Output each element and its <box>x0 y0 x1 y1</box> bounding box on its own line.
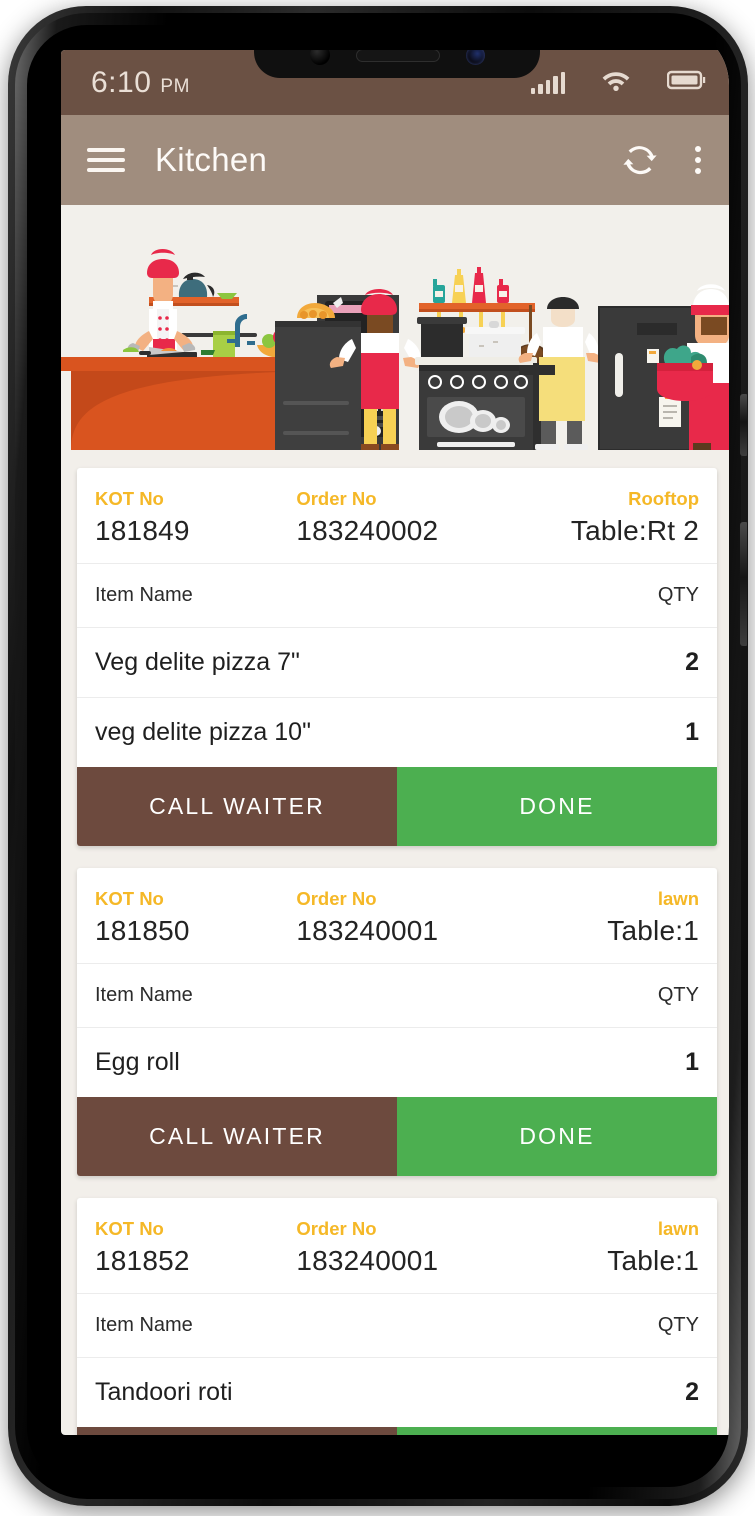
area-label: lawn <box>657 1218 699 1239</box>
clock-time: 6:10 <box>91 65 152 99</box>
app-bar-actions <box>621 141 709 179</box>
phone-screen-bezel: 6:10 PM Kitchen KOT No 181849 Order No 1… <box>27 25 729 1487</box>
wifi-icon <box>601 69 631 97</box>
done-button[interactable]: DONE <box>397 1427 717 1435</box>
item-qty: 1 <box>685 1048 699 1076</box>
table-column: lawn Table:1 <box>528 1218 699 1277</box>
clock-ampm: PM <box>160 75 191 97</box>
table-row: veg delite pizza 10" 1 <box>77 697 717 767</box>
item-qty: 2 <box>685 648 699 676</box>
earpiece-speaker <box>355 50 440 62</box>
table-column: lawn Table:1 <box>528 888 699 947</box>
order-card-header: KOT No 181849 Order No 183240002 Rooftop… <box>77 468 717 563</box>
order-card[interactable]: KOT No 181850 Order No 183240001 lawn Ta… <box>77 868 717 1176</box>
kot-no-value: 181849 <box>95 515 190 546</box>
status-clock: 6:10 PM <box>91 66 190 100</box>
kot-no-label: KOT No <box>95 888 164 909</box>
table-row: Veg delite pizza 7" 2 <box>77 627 717 697</box>
items-table-header: Item Name QTY <box>77 963 717 1027</box>
order-column: Order No 183240002 <box>296 488 528 547</box>
item-qty: 1 <box>685 718 699 746</box>
kot-column: KOT No 181850 <box>95 888 296 947</box>
kot-column: KOT No 181852 <box>95 1218 296 1277</box>
order-card-actions: CALL WAITER DONE <box>77 1097 717 1176</box>
power-button[interactable] <box>740 522 747 646</box>
item-name-header: Item Name <box>95 984 193 1006</box>
front-camera-icon <box>309 50 330 65</box>
order-no-value: 183240001 <box>296 915 439 946</box>
kot-no-value: 181852 <box>95 1245 190 1276</box>
call-waiter-button[interactable]: CALL WAITER <box>77 1097 397 1176</box>
battery-full-icon <box>666 69 707 96</box>
table-value: Table:1 <box>607 1245 699 1276</box>
order-column: Order No 183240001 <box>296 1218 528 1277</box>
item-name: Veg delite pizza 7" <box>95 648 300 676</box>
order-no-label: Order No <box>296 1218 377 1239</box>
table-row: Egg roll 1 <box>77 1027 717 1097</box>
table-column: Rooftop Table:Rt 2 <box>528 488 699 547</box>
volume-button[interactable] <box>740 394 747 456</box>
order-card[interactable]: KOT No 181852 Order No 183240001 lawn Ta… <box>77 1198 717 1435</box>
item-name: veg delite pizza 10" <box>95 718 311 746</box>
items-table-header: Item Name QTY <box>77 563 717 627</box>
call-waiter-button[interactable]: CALL WAITER <box>77 767 397 846</box>
item-name-header: Item Name <box>95 1314 193 1336</box>
order-no-label: Order No <box>296 888 377 909</box>
item-name: Egg roll <box>95 1048 180 1076</box>
area-label: Rooftop <box>628 488 699 509</box>
signal-bars-icon <box>530 71 565 94</box>
call-waiter-button[interactable]: CALL WAITER <box>77 1427 397 1435</box>
page-title: Kitchen <box>155 141 268 178</box>
order-no-label: Order No <box>296 488 377 509</box>
hamburger-menu-icon[interactable] <box>87 142 125 178</box>
proximity-sensor-icon <box>465 50 485 65</box>
item-qty: 2 <box>685 1378 699 1406</box>
table-value: Table:1 <box>607 915 699 946</box>
done-button[interactable]: DONE <box>397 767 717 846</box>
order-card-actions: CALL WAITER DONE <box>77 767 717 846</box>
order-column: Order No 183240001 <box>296 888 528 947</box>
kot-column: KOT No 181849 <box>95 488 296 547</box>
table-value: Table:Rt 2 <box>570 515 699 546</box>
refresh-sync-icon[interactable] <box>621 141 659 179</box>
app-bar: Kitchen <box>61 115 729 205</box>
order-list[interactable]: KOT No 181849 Order No 183240002 Rooftop… <box>61 450 729 1435</box>
kot-no-label: KOT No <box>95 1218 164 1239</box>
order-card-actions: CALL WAITER DONE <box>77 1427 717 1435</box>
app-screen: 6:10 PM Kitchen KOT No 181849 Order No 1… <box>61 50 729 1435</box>
items-table-header: Item Name QTY <box>77 1293 717 1357</box>
item-name: Tandoori roti <box>95 1378 233 1406</box>
more-vertical-icon[interactable] <box>687 144 709 176</box>
order-no-value: 183240002 <box>296 515 439 546</box>
item-name-header: Item Name <box>95 584 193 606</box>
kitchen-illustration <box>61 205 729 450</box>
table-row: Tandoori roti 2 <box>77 1357 717 1427</box>
kot-no-label: KOT No <box>95 488 164 509</box>
qty-header: QTY <box>657 584 699 606</box>
qty-header: QTY <box>657 984 699 1006</box>
order-no-value: 183240001 <box>296 1245 439 1276</box>
kot-no-value: 181850 <box>95 915 190 946</box>
qty-header: QTY <box>657 1314 699 1336</box>
phone-notch <box>254 50 540 78</box>
order-card-header: KOT No 181852 Order No 183240001 lawn Ta… <box>77 1198 717 1293</box>
phone-frame: 6:10 PM Kitchen KOT No 181849 Order No 1… <box>8 6 748 1506</box>
area-label: lawn <box>657 888 699 909</box>
order-card[interactable]: KOT No 181849 Order No 183240002 Rooftop… <box>77 468 717 846</box>
done-button[interactable]: DONE <box>397 1097 717 1176</box>
status-icons <box>530 69 708 97</box>
order-card-header: KOT No 181850 Order No 183240001 lawn Ta… <box>77 868 717 963</box>
